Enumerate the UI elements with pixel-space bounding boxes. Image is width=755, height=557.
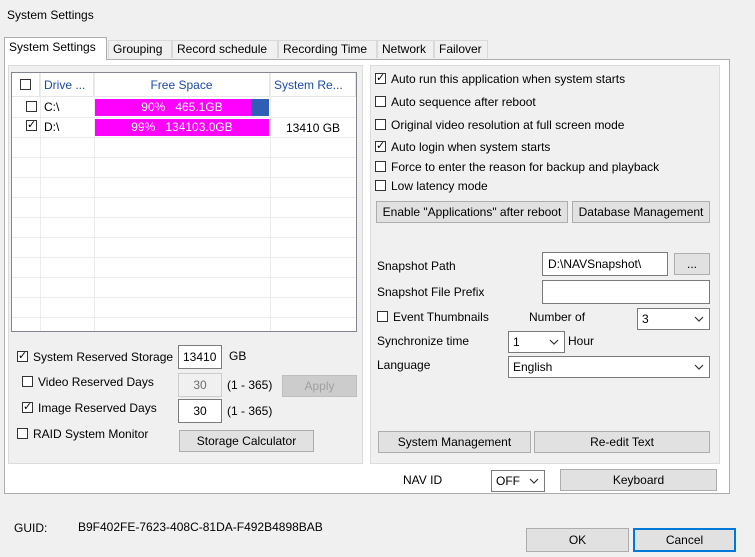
guid-value: B9F402FE-7623-408C-81DA-F492B4898BAB bbox=[78, 520, 323, 534]
image-reserved-input[interactable]: 30 bbox=[178, 399, 222, 423]
drive-d-checkbox[interactable] bbox=[26, 118, 37, 132]
grid-header-system-reserved[interactable]: System Re... bbox=[270, 73, 356, 97]
tab-failover[interactable]: Failover bbox=[434, 40, 488, 58]
auto-login-label: Auto login when system starts bbox=[391, 140, 551, 154]
tab-grouping[interactable]: Grouping bbox=[108, 40, 172, 58]
browse-button[interactable]: ... bbox=[674, 253, 710, 275]
synchronize-time-value: 1 bbox=[513, 335, 520, 349]
grid-header-drive[interactable]: Drive ... bbox=[40, 73, 94, 97]
auto-run-label: Auto run this application when system st… bbox=[391, 72, 626, 86]
language-label: Language bbox=[377, 358, 431, 372]
synchronize-time-label: Synchronize time bbox=[377, 334, 470, 348]
drive-d-label: D:\ bbox=[44, 120, 60, 134]
chevron-down-icon bbox=[529, 478, 539, 484]
tab-record-schedule[interactable]: Record schedule bbox=[172, 40, 278, 58]
video-reserved-checkbox[interactable] bbox=[22, 376, 33, 387]
chevron-down-icon bbox=[694, 364, 704, 370]
drive-c-free-space-bar: 90% 465.1GB bbox=[95, 99, 269, 116]
drive-c-label: C:\ bbox=[44, 100, 60, 114]
drive-d-reserved: 13410 GB bbox=[286, 121, 341, 135]
event-thumbnails-checkbox[interactable] bbox=[377, 311, 388, 322]
ok-button[interactable]: OK bbox=[526, 528, 629, 552]
drive-d-free-space-bar: 99% 134103.0GB bbox=[95, 119, 269, 136]
number-of-select[interactable]: 3 bbox=[637, 308, 710, 330]
tab-network[interactable]: Network bbox=[377, 40, 434, 58]
auto-sequence-label: Auto sequence after reboot bbox=[391, 95, 536, 109]
apply-button[interactable]: Apply bbox=[282, 375, 357, 397]
drive-c-free-size: 465.1GB bbox=[175, 100, 223, 114]
raid-monitor-label: RAID System Monitor bbox=[33, 427, 149, 441]
drive-d-free-size: 134103.0GB bbox=[165, 120, 233, 134]
video-reserved-range: (1 - 365) bbox=[227, 378, 273, 392]
nav-id-label: NAV ID bbox=[403, 473, 443, 487]
number-of-value: 3 bbox=[642, 312, 649, 326]
raid-monitor-checkbox[interactable] bbox=[17, 428, 28, 439]
low-latency-label: Low latency mode bbox=[391, 179, 488, 193]
snapshot-prefix-label: Snapshot File Prefix bbox=[377, 285, 485, 299]
snapshot-path-label: Snapshot Path bbox=[377, 259, 456, 273]
snapshot-prefix-input[interactable] bbox=[542, 280, 710, 304]
system-reserved-input[interactable]: 13410 bbox=[178, 345, 222, 369]
chevron-down-icon bbox=[549, 339, 559, 345]
event-thumbnails-label: Event Thumbnails bbox=[393, 310, 489, 324]
video-reserved-label: Video Reserved Days bbox=[38, 375, 154, 389]
chevron-down-icon bbox=[694, 316, 704, 322]
low-latency-checkbox[interactable] bbox=[375, 180, 386, 191]
enable-applications-button[interactable]: Enable "Applications" after reboot bbox=[376, 201, 568, 223]
re-edit-text-button[interactable]: Re-edit Text bbox=[534, 431, 710, 453]
database-management-button[interactable]: Database Management bbox=[572, 201, 710, 223]
image-reserved-checkbox[interactable] bbox=[22, 400, 33, 414]
image-reserved-range: (1 - 365) bbox=[227, 404, 273, 418]
language-select[interactable]: English bbox=[508, 356, 710, 378]
hour-label: Hour bbox=[568, 334, 595, 348]
drive-c-free-pct: 90% bbox=[141, 100, 166, 114]
drive-c-checkbox[interactable] bbox=[26, 101, 37, 112]
auto-run-checkbox[interactable] bbox=[375, 71, 386, 85]
system-management-button[interactable]: System Management bbox=[378, 431, 531, 453]
keyboard-button[interactable]: Keyboard bbox=[560, 469, 717, 491]
force-reason-label: Force to enter the reason for backup and… bbox=[391, 160, 660, 174]
tab-recording-time[interactable]: Recording Time bbox=[278, 40, 377, 58]
language-value: English bbox=[513, 360, 553, 374]
grid-header-free-space[interactable]: Free Space bbox=[94, 73, 270, 97]
system-reserved-unit: GB bbox=[229, 349, 247, 363]
number-of-label: Number of bbox=[529, 310, 586, 324]
nav-id-select[interactable]: OFF bbox=[491, 470, 545, 492]
cancel-button[interactable]: Cancel bbox=[633, 528, 736, 552]
original-resolution-checkbox[interactable] bbox=[375, 119, 386, 130]
synchronize-time-select[interactable]: 1 bbox=[508, 331, 565, 353]
storage-calculator-button[interactable]: Storage Calculator bbox=[179, 430, 314, 452]
video-reserved-input[interactable]: 30 bbox=[178, 373, 222, 397]
window-title: System Settings bbox=[7, 8, 94, 22]
drive-grid: Drive ... Free Space System Re... C:\ 90… bbox=[11, 72, 357, 332]
nav-id-value: OFF bbox=[496, 474, 520, 488]
grid-header-check[interactable] bbox=[12, 73, 40, 97]
guid-label: GUID: bbox=[14, 521, 48, 535]
system-reserved-checkbox[interactable] bbox=[17, 349, 28, 363]
original-resolution-label: Original video resolution at full screen… bbox=[391, 118, 625, 132]
force-reason-checkbox[interactable] bbox=[375, 161, 386, 172]
snapshot-path-input[interactable]: D:\NAVSnapshot\ bbox=[542, 252, 668, 276]
auto-sequence-checkbox[interactable] bbox=[375, 96, 386, 107]
auto-login-checkbox[interactable] bbox=[375, 139, 386, 153]
drive-d-free-pct: 99% bbox=[131, 120, 156, 134]
tab-system-settings[interactable]: System Settings bbox=[4, 37, 107, 60]
image-reserved-label: Image Reserved Days bbox=[38, 401, 157, 415]
system-reserved-label: System Reserved Storage bbox=[33, 350, 174, 364]
select-all-checkbox[interactable] bbox=[20, 79, 31, 90]
